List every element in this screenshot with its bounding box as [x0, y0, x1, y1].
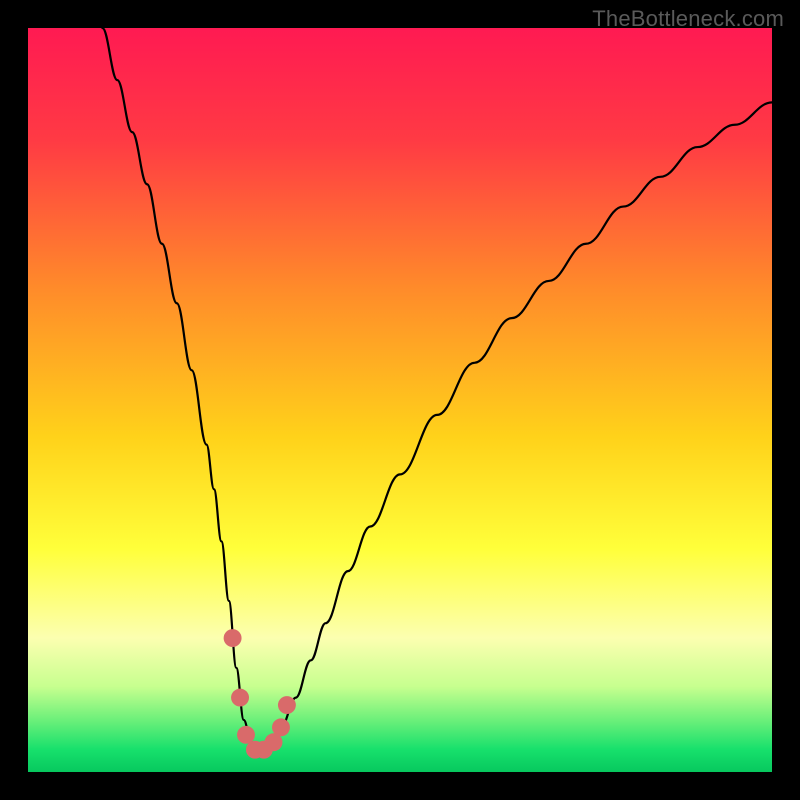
highlight-marker	[278, 696, 296, 714]
highlight-marker	[237, 726, 255, 744]
heat-gradient-background	[28, 28, 772, 772]
highlight-marker	[224, 629, 242, 647]
highlight-marker	[272, 718, 290, 736]
highlight-marker	[231, 689, 249, 707]
chart-frame	[28, 28, 772, 772]
bottleneck-chart	[28, 28, 772, 772]
